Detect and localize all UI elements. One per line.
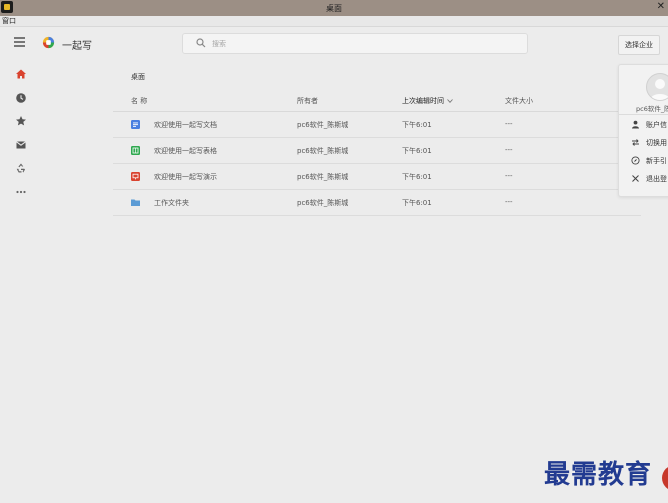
app-logo-icon	[42, 36, 55, 49]
doc-icon	[131, 120, 140, 129]
file-name: 欢迎使用一起写演示	[154, 173, 217, 181]
hamburger-menu-icon[interactable]	[14, 37, 25, 47]
title-bar: 桌面 ✕	[0, 0, 668, 16]
recycle-icon[interactable]	[15, 162, 27, 174]
mail-icon[interactable]	[15, 139, 27, 151]
menu-item-label: 退出登	[646, 175, 667, 183]
file-name: 工作文件夹	[154, 199, 189, 207]
file-owner: pc6软件_陈斯城	[297, 173, 349, 181]
avatar[interactable]	[646, 73, 668, 101]
file-name: 欢迎使用一起写表格	[154, 147, 217, 155]
guide-icon	[631, 156, 640, 165]
folder-icon	[131, 199, 140, 206]
table-row[interactable]: 欢迎使用一起写表格 pc6软件_陈斯城 下午6:01 ---	[113, 138, 641, 164]
sheet-icon	[131, 146, 140, 155]
app-window: 桌面 ✕ 窗口 一起写 搜索 选择企业 桌面 名 称 所有者 上次编辑时间 文件…	[0, 0, 668, 503]
menu-item-label: 切换用	[646, 139, 667, 147]
table-row[interactable]: 欢迎使用一起写文档 pc6软件_陈斯城 下午6:01 ---	[113, 112, 641, 138]
column-owner-header[interactable]: 所有者	[297, 96, 318, 106]
clock-icon[interactable]	[15, 92, 27, 104]
person-icon	[632, 120, 639, 129]
table-row[interactable]: 工作文件夹 pc6软件_陈斯城 下午6:01 ---	[113, 190, 641, 216]
file-size: ---	[505, 120, 513, 128]
user-menu: pc6软件_陈 账户信 切换用 新手引 退出登	[618, 64, 668, 197]
menu-item-label: 新手引	[646, 157, 667, 165]
menu-bar: 窗口	[0, 16, 668, 27]
slides-icon	[131, 172, 140, 181]
more-icon[interactable]	[15, 186, 27, 198]
window-title: 桌面	[326, 3, 342, 13]
select-company-button[interactable]: 选择企业	[618, 35, 660, 55]
user-name: pc6软件_陈	[636, 105, 668, 113]
table-row[interactable]: 欢迎使用一起写演示 pc6软件_陈斯城 下午6:01 ---	[113, 164, 641, 190]
file-owner: pc6软件_陈斯城	[297, 147, 349, 155]
file-modified: 下午6:01	[402, 173, 432, 181]
file-owner: pc6软件_陈斯城	[297, 121, 349, 129]
column-name-header[interactable]: 名 称	[131, 96, 147, 106]
app-name: 一起写	[62, 41, 92, 52]
header: 一起写 搜索 选择企业	[0, 27, 668, 61]
file-size: ---	[505, 198, 513, 206]
file-name: 欢迎使用一起写文档	[154, 121, 217, 129]
file-size: ---	[505, 172, 513, 180]
file-modified: 下午6:01	[402, 121, 432, 129]
avatar-person-icon	[650, 79, 668, 100]
app-icon	[1, 1, 13, 13]
watermark-logo	[662, 465, 668, 491]
file-modified: 下午6:01	[402, 199, 432, 207]
watermark: 最需教育	[544, 460, 653, 490]
switch-icon	[632, 139, 639, 146]
home-icon[interactable]	[15, 68, 27, 80]
breadcrumb[interactable]: 桌面	[131, 72, 145, 82]
table-header: 名 称 所有者 上次编辑时间 文件大小	[113, 89, 641, 112]
file-owner: pc6软件_陈斯城	[297, 199, 349, 207]
column-modified-label: 上次编辑时间	[402, 97, 444, 105]
column-modified-header[interactable]: 上次编辑时间	[402, 96, 453, 106]
star-icon[interactable]	[15, 115, 27, 127]
file-modified: 下午6:01	[402, 147, 432, 155]
menu-divider	[619, 114, 668, 115]
menu-item-label: 账户信	[646, 121, 667, 129]
sort-caret-icon	[447, 99, 453, 103]
file-table: 名 称 所有者 上次编辑时间 文件大小 欢迎使用一起写文档 pc6软件_陈斯城 …	[113, 89, 641, 216]
file-size: ---	[505, 146, 513, 154]
search-input[interactable]: 搜索	[182, 33, 528, 54]
menu-window[interactable]: 窗口	[2, 16, 16, 26]
search-placeholder: 搜索	[212, 40, 226, 48]
window-close-icon[interactable]: ✕	[657, 1, 665, 12]
search-icon	[196, 38, 206, 48]
close-icon	[632, 175, 639, 182]
column-size-header[interactable]: 文件大小	[505, 96, 533, 106]
